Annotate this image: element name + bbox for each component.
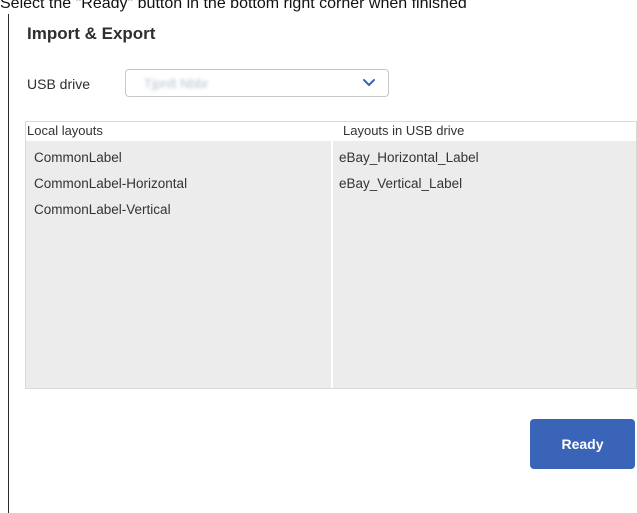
instruction-text: Select the "Ready" button in the bottom …	[0, 0, 467, 12]
ready-button[interactable]: Ready	[530, 419, 635, 469]
usb-layouts-list: eBay_Horizontal_Label eBay_Vertical_Labe…	[333, 141, 636, 388]
local-layout-item[interactable]: CommonLabel-Vertical	[26, 197, 331, 223]
usb-drive-select[interactable]: Tjpn8 Nbbr	[125, 69, 389, 97]
chevron-down-icon	[363, 79, 375, 86]
local-layout-item[interactable]: CommonLabel	[26, 145, 331, 171]
usb-drive-label: USB drive	[27, 76, 91, 92]
local-layouts-header: Local layouts	[26, 122, 331, 140]
usb-layouts-header: Layouts in USB drive	[333, 122, 636, 140]
usb-drive-selected-value: Tjpn8 Nbbr	[144, 76, 209, 91]
usb-layout-item[interactable]: eBay_Horizontal_Label	[333, 145, 636, 171]
usb-layouts-column: Layouts in USB drive eBay_Horizontal_Lab…	[333, 122, 636, 388]
local-layout-item[interactable]: CommonLabel-Horizontal	[26, 171, 331, 197]
layouts-lists: Local layouts CommonLabel CommonLabel-Ho…	[25, 121, 637, 389]
local-layouts-column: Local layouts CommonLabel CommonLabel-Ho…	[26, 122, 331, 388]
usb-layout-item[interactable]: eBay_Vertical_Label	[333, 171, 636, 197]
import-export-dialog: Import & Export USB drive Tjpn8 Nbbr Loc…	[8, 14, 637, 513]
dialog-title: Import & Export	[27, 24, 156, 43]
local-layouts-list: CommonLabel CommonLabel-Horizontal Commo…	[26, 141, 331, 388]
